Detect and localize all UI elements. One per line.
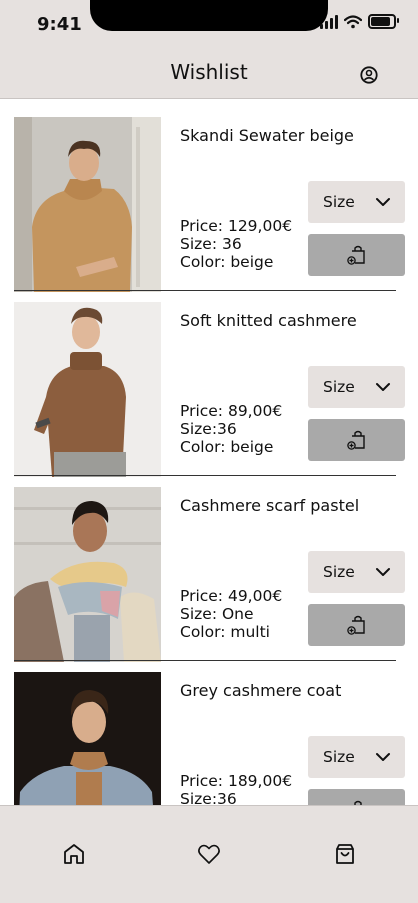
signal-icon — [320, 14, 338, 29]
product-price: Price: 189,00€ — [180, 772, 293, 790]
size-select-label: Size — [323, 378, 355, 396]
product-image[interactable] — [14, 302, 161, 477]
product-name[interactable]: Skandi Sewater beige — [180, 126, 354, 145]
product-name[interactable]: Grey cashmere coat — [180, 681, 341, 700]
size-select-label: Size — [323, 563, 355, 581]
product-details: Price: 89,00€ Size:36 Color: beige — [180, 402, 282, 456]
bag-plus-icon — [347, 245, 365, 265]
status-icons — [320, 14, 399, 29]
shopping-bag-icon[interactable] — [333, 842, 357, 866]
product-price: Price: 129,00€ — [180, 217, 293, 235]
wishlist-item: Grey cashmere coat Price: 189,00€ Size:3… — [0, 654, 418, 805]
status-time: 9:41 — [37, 14, 82, 35]
heart-icon[interactable] — [197, 842, 221, 866]
chevron-down-icon — [376, 383, 390, 391]
bag-plus-icon — [347, 615, 365, 635]
product-image[interactable] — [14, 117, 161, 292]
product-size: Size:36 — [180, 420, 237, 438]
size-select-label: Size — [323, 748, 355, 766]
add-to-bag-button[interactable] — [308, 604, 405, 646]
wishlist-item: Cashmere scarf pastel Price: 49,00€ Size… — [0, 469, 418, 662]
bottom-nav — [0, 805, 418, 903]
home-icon[interactable] — [62, 842, 86, 866]
wifi-icon — [344, 14, 362, 28]
product-price: Price: 89,00€ — [180, 402, 283, 420]
product-size: Size: 36 — [180, 235, 242, 253]
add-to-bag-button[interactable] — [308, 789, 405, 805]
notch — [90, 0, 328, 31]
phone-screen: 9:41 Wishlist Skandi Sewater beige Price… — [0, 0, 418, 903]
size-select-label: Size — [323, 193, 355, 211]
user-circle-icon[interactable] — [360, 66, 378, 84]
product-name[interactable]: Soft knitted cashmere — [180, 311, 357, 330]
wishlist-list: Skandi Sewater beige Price: 129,00€ Size… — [0, 99, 418, 805]
product-color: Color: beige — [180, 253, 274, 271]
header: Wishlist — [0, 48, 418, 99]
bag-plus-icon — [347, 430, 365, 450]
product-image[interactable] — [14, 487, 161, 662]
product-details: Price: 49,00€ Size: One Color: multi — [180, 587, 282, 641]
product-size: Size:36 — [180, 790, 237, 805]
product-name[interactable]: Cashmere scarf pastel — [180, 496, 359, 515]
product-details: Price: 189,00€ Size:36 — [180, 772, 292, 805]
battery-icon — [368, 14, 399, 29]
wishlist-item: Soft knitted cashmere Price: 89,00€ Size… — [0, 284, 418, 477]
size-select[interactable]: Size — [308, 181, 405, 223]
add-to-bag-button[interactable] — [308, 419, 405, 461]
chevron-down-icon — [376, 568, 390, 576]
add-to-bag-button[interactable] — [308, 234, 405, 276]
product-image[interactable] — [14, 672, 161, 805]
product-size: Size: One — [180, 605, 254, 623]
page-title: Wishlist — [170, 60, 248, 84]
size-select[interactable]: Size — [308, 736, 405, 778]
chevron-down-icon — [376, 198, 390, 206]
product-price: Price: 49,00€ — [180, 587, 283, 605]
product-color: Color: beige — [180, 438, 274, 456]
product-color: Color: multi — [180, 623, 270, 641]
status-bar: 9:41 — [0, 0, 418, 48]
wishlist-item: Skandi Sewater beige Price: 129,00€ Size… — [0, 99, 418, 292]
size-select[interactable]: Size — [308, 551, 405, 593]
product-details: Price: 129,00€ Size: 36 Color: beige — [180, 217, 292, 271]
size-select[interactable]: Size — [308, 366, 405, 408]
chevron-down-icon — [376, 753, 390, 761]
